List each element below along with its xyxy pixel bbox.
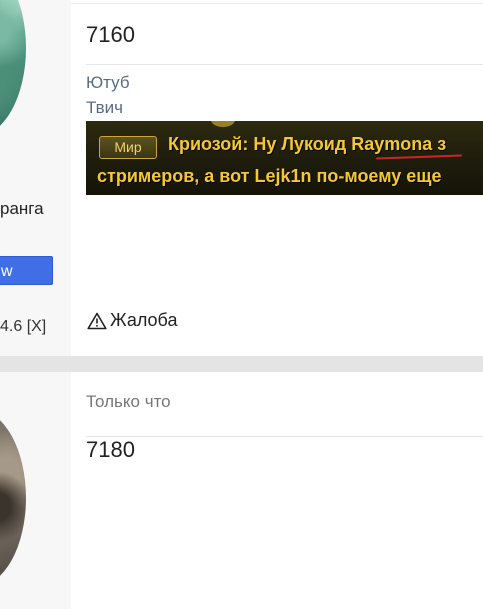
author-sidebar: ранга w 4.6 [X]	[0, 0, 72, 356]
game-glow	[211, 121, 235, 127]
follow-button[interactable]: w	[0, 256, 53, 285]
report-label: Жалоба	[110, 310, 178, 330]
author-rank: ранга	[0, 199, 44, 218]
report-button[interactable]: Жалоба	[87, 310, 177, 331]
post-content: Только что 7180	[71, 372, 483, 609]
author-avatar[interactable]	[0, 410, 26, 586]
twitch-link[interactable]: Твич	[86, 98, 123, 118]
youtube-link[interactable]: Ютуб	[86, 73, 130, 93]
author-version: 4.6 [X]	[0, 318, 47, 335]
post-border	[71, 3, 483, 4]
spellcheck-underline	[375, 154, 463, 160]
author-sidebar	[0, 372, 72, 609]
content-divider	[86, 436, 483, 437]
content-divider	[86, 64, 483, 65]
post-timestamp: Только что	[86, 392, 171, 411]
warning-triangle-icon	[87, 312, 107, 330]
post-content: 7160 Ютуб Твич Мир Криозой: Ну Лукоид Ra…	[71, 0, 483, 356]
chat-line-1: Криозой: Ну Лукоид Raymona з	[168, 134, 447, 154]
post-number: 7160	[86, 22, 135, 47]
post-7160: ранга w 4.6 [X] 7160 Ютуб Твич Мир Криоз…	[0, 0, 483, 356]
post-7180: Только что 7180	[0, 372, 483, 609]
chat-line-2: стримеров, а вот Lejk1n по-моему еще	[97, 166, 442, 186]
game-chat-screenshot[interactable]: Мир Криозой: Ну Лукоид Raymona з стример…	[86, 121, 483, 195]
chat-channel-badge: Мир	[99, 136, 157, 159]
author-avatar[interactable]	[0, 0, 26, 136]
post-number: 7180	[86, 437, 135, 462]
